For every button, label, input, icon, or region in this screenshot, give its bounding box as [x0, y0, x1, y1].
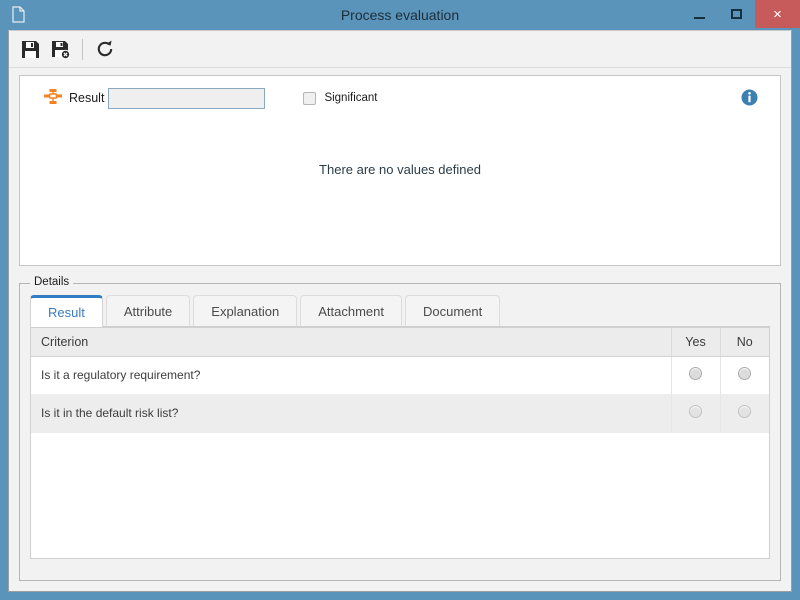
- yes-cell[interactable]: [671, 356, 721, 395]
- column-header-criterion[interactable]: Criterion: [31, 328, 672, 357]
- client-area: Result Significant There are no values d…: [8, 30, 792, 592]
- window-controls: ×: [681, 0, 800, 28]
- details-group: Details Result Attribute Explanation Att…: [19, 276, 781, 581]
- title-bar: Process evaluation ×: [0, 0, 800, 30]
- save-and-close-button[interactable]: [45, 34, 75, 64]
- save-button[interactable]: [15, 34, 45, 64]
- empty-values-message: There are no values defined: [319, 162, 481, 177]
- toolbar: [9, 31, 791, 68]
- radio-yes[interactable]: [689, 367, 702, 380]
- tab-explanation-label: Explanation: [211, 303, 280, 319]
- window-title: Process evaluation: [340, 7, 460, 23]
- result-row: Result Significant: [20, 76, 780, 120]
- close-button[interactable]: ×: [755, 0, 800, 28]
- criterion-cell: Is it a regulatory requirement?: [31, 356, 672, 395]
- result-panel: Result Significant There are no values d…: [19, 75, 781, 266]
- criteria-table-container: Criterion Yes No Is it a regulatory requ…: [30, 327, 770, 559]
- significant-checkbox[interactable]: [303, 91, 317, 105]
- minimize-icon: [694, 16, 705, 19]
- table-row[interactable]: Is it in the default risk list?: [31, 394, 769, 433]
- tab-attribute[interactable]: Attribute: [105, 295, 191, 326]
- no-cell[interactable]: [720, 394, 769, 433]
- minimize-button[interactable]: [681, 0, 718, 28]
- column-header-yes[interactable]: Yes: [671, 328, 721, 357]
- criterion-cell: Is it in the default risk list?: [31, 394, 672, 433]
- tab-explanation[interactable]: Explanation: [193, 295, 298, 326]
- toolbar-separator: [82, 38, 83, 60]
- details-tabstrip: Result Attribute Explanation Attachment …: [30, 295, 770, 327]
- radio-no[interactable]: [738, 405, 752, 418]
- save-icon: [21, 40, 39, 58]
- tab-attribute-label: Attribute: [123, 303, 173, 319]
- refresh-icon: [97, 40, 113, 57]
- table-row[interactable]: Is it a regulatory requirement?: [31, 356, 769, 395]
- tab-attachment[interactable]: Attachment: [300, 295, 402, 326]
- refresh-button[interactable]: [90, 34, 120, 64]
- radio-no[interactable]: [738, 367, 752, 380]
- maximize-button[interactable]: [718, 0, 755, 28]
- hierarchy-icon: [43, 88, 63, 108]
- details-legend: Details: [30, 276, 74, 288]
- close-icon: ×: [773, 5, 782, 23]
- tab-attachment-label: Attachment: [318, 303, 384, 319]
- no-cell[interactable]: [720, 356, 769, 395]
- tab-document-label: Document: [423, 303, 483, 319]
- significant-label: Significant: [324, 92, 378, 104]
- significant-checkbox-group[interactable]: Significant: [303, 91, 378, 105]
- application-window: Process evaluation × Result Significant …: [0, 0, 800, 600]
- table-header-row: Criterion Yes No: [31, 328, 769, 357]
- save-close-icon: [51, 40, 70, 59]
- result-input[interactable]: [108, 87, 266, 109]
- info-icon[interactable]: [741, 89, 758, 106]
- tab-result-label: Result: [48, 305, 85, 320]
- tab-result[interactable]: Result: [30, 295, 103, 327]
- column-header-no[interactable]: No: [720, 328, 769, 357]
- criteria-table: Criterion Yes No Is it a regulatory requ…: [31, 328, 769, 433]
- yes-cell[interactable]: [671, 394, 721, 433]
- tab-document[interactable]: Document: [405, 295, 501, 326]
- maximize-icon: [731, 9, 742, 19]
- radio-yes[interactable]: [689, 405, 702, 418]
- result-label: Result: [69, 91, 105, 105]
